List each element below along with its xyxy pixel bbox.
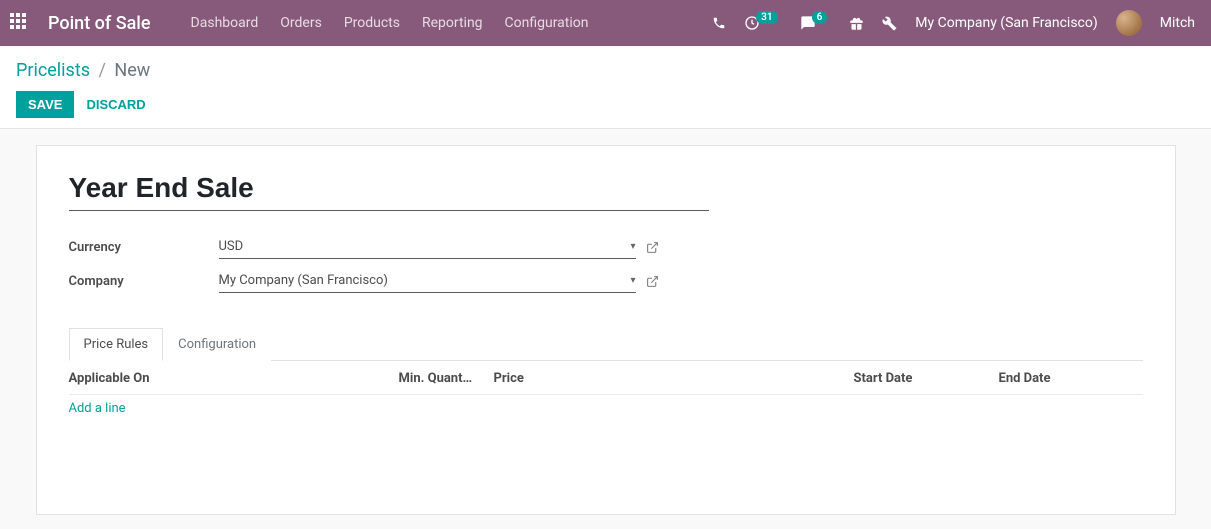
currency-external-link-icon[interactable]	[646, 241, 659, 254]
activities-icon[interactable]: 31	[744, 15, 781, 31]
apps-icon[interactable]	[10, 13, 30, 33]
company-value: My Company (San Francisco)	[219, 273, 388, 288]
company-select[interactable]: My Company (San Francisco) ▾	[219, 269, 636, 293]
rules-table-header: Applicable On Min. Quant… Price Start Da…	[69, 361, 1143, 395]
activities-badge: 31	[756, 11, 777, 24]
app-brand[interactable]: Point of Sale	[48, 13, 151, 34]
currency-label: Currency	[69, 240, 219, 255]
chevron-down-icon: ▾	[630, 275, 635, 286]
breadcrumb: Pricelists / New	[16, 60, 1195, 81]
control-panel: Pricelists / New Save Discard	[0, 46, 1211, 129]
messages-icon[interactable]: 6	[800, 15, 832, 31]
chevron-down-icon: ▾	[630, 241, 635, 252]
col-start-date[interactable]: Start Date	[854, 371, 999, 386]
company-external-link-icon[interactable]	[646, 275, 659, 288]
breadcrumb-current: New	[114, 60, 150, 81]
form-fields: Currency USD ▾ Company My Company (San F…	[69, 235, 1143, 293]
form-area: Currency USD ▾ Company My Company (San F…	[0, 129, 1211, 515]
add-line-link[interactable]: Add a line	[69, 401, 126, 416]
gift-icon[interactable]	[849, 16, 864, 31]
menu-dashboard[interactable]: Dashboard	[191, 15, 259, 31]
breadcrumb-separator: /	[99, 60, 106, 81]
menu-orders[interactable]: Orders	[280, 15, 322, 31]
phone-icon[interactable]	[712, 16, 726, 30]
tab-price-rules[interactable]: Price Rules	[69, 328, 164, 361]
currency-value: USD	[219, 239, 244, 254]
col-min-quantity[interactable]: Min. Quant…	[399, 371, 494, 386]
menu-reporting[interactable]: Reporting	[422, 15, 483, 31]
company-label: Company	[69, 274, 219, 289]
save-button[interactable]: Save	[16, 91, 74, 118]
breadcrumb-parent[interactable]: Pricelists	[16, 60, 90, 81]
tools-icon[interactable]	[882, 16, 897, 31]
col-price[interactable]: Price	[494, 371, 854, 386]
menu-configuration[interactable]: Configuration	[505, 15, 589, 31]
col-applicable-on[interactable]: Applicable On	[69, 371, 399, 386]
company-switcher[interactable]: My Company (San Francisco)	[915, 15, 1097, 31]
tab-configuration[interactable]: Configuration	[163, 328, 271, 361]
col-end-date[interactable]: End Date	[999, 371, 1144, 386]
pricelist-name-input[interactable]	[69, 170, 709, 211]
discard-button[interactable]: Discard	[86, 97, 145, 112]
navbar-right: 31 6 My Company (San Francisco) Mitch	[712, 10, 1195, 36]
user-name[interactable]: Mitch	[1160, 15, 1195, 31]
user-avatar[interactable]	[1116, 10, 1142, 36]
main-menu: Dashboard Orders Products Reporting Conf…	[191, 15, 589, 31]
top-navbar: Point of Sale Dashboard Orders Products …	[0, 0, 1211, 46]
messages-badge: 6	[812, 11, 828, 24]
form-tabs: Price Rules Configuration	[69, 327, 1143, 361]
rules-table-body: Add a line	[69, 395, 1143, 416]
menu-products[interactable]: Products	[344, 15, 400, 31]
currency-select[interactable]: USD ▾	[219, 235, 636, 259]
form-sheet: Currency USD ▾ Company My Company (San F…	[36, 145, 1176, 515]
action-buttons: Save Discard	[16, 91, 1195, 118]
